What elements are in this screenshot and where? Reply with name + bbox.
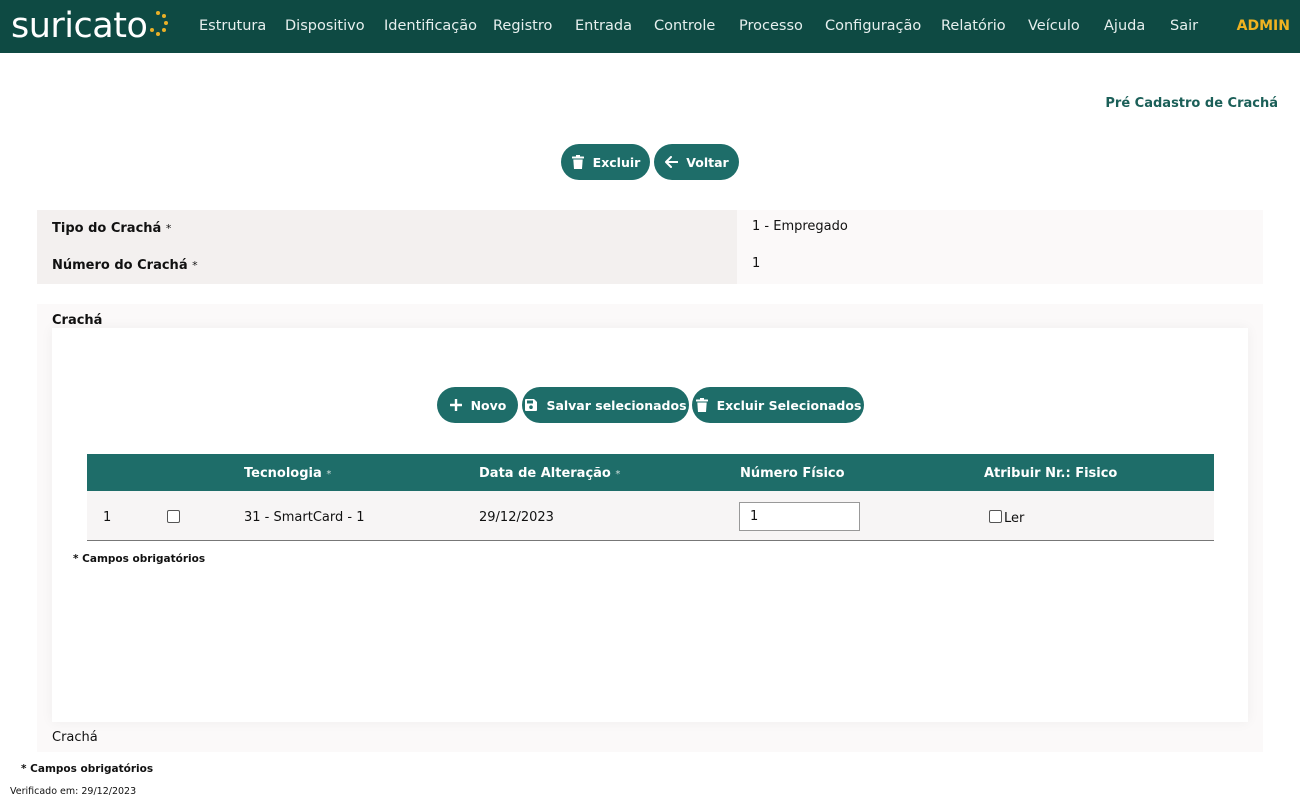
back-button-label: Voltar	[686, 154, 729, 170]
badge-type-value: 1 - Empregado	[752, 219, 848, 234]
section-footer: Crachá	[52, 730, 98, 745]
nav-item-veiculo[interactable]: Veículo	[1028, 18, 1080, 34]
nav-item-identificacao[interactable]: Identificação	[384, 18, 477, 34]
nav-item-estrutura[interactable]: Estrutura	[199, 18, 266, 34]
ler-checkbox[interactable]	[989, 510, 1002, 523]
column-header-tecnologia-text: Tecnologia	[244, 466, 322, 481]
save-selected-button-label: Salvar selecionados	[546, 397, 687, 413]
section-title: Crachá	[52, 313, 103, 328]
row-tecnologia: 31 - SmartCard - 1	[244, 510, 365, 525]
nav-item-controle[interactable]: Controle	[654, 18, 715, 34]
delete-button[interactable]: Excluir	[561, 144, 650, 180]
nav-item-ajuda[interactable]: Ajuda	[1104, 18, 1145, 34]
verified-date: Verificado em: 29/12/2023	[10, 786, 137, 797]
required-fields-note-outer: * Campos obrigatórios	[21, 763, 154, 775]
nav-item-configuracao[interactable]: Configuração	[825, 18, 921, 34]
badge-type-label: Tipo do Crachá *	[52, 221, 171, 236]
row-select-checkbox[interactable]	[167, 510, 180, 523]
nav-item-relatorio[interactable]: Relatório	[941, 18, 1006, 34]
column-header-tecnologia[interactable]: Tecnologia *	[244, 466, 331, 481]
required-mark: *	[615, 469, 621, 480]
column-header-data-text: Data de Alteração	[479, 466, 611, 481]
save-selected-button[interactable]: Salvar selecionados	[522, 387, 689, 423]
required-fields-note: * Campos obrigatórios	[73, 553, 206, 565]
row-index: 1	[103, 510, 112, 525]
page-title: Pré Cadastro de Crachá	[1105, 96, 1278, 111]
delete-selected-button-label: Excluir Selecionados	[716, 397, 862, 413]
column-header-data-alteracao[interactable]: Data de Alteração *	[479, 466, 620, 481]
badge-number-label: Número do Crachá *	[52, 258, 198, 273]
logo-text: suricato	[11, 5, 148, 46]
required-mark: *	[192, 259, 198, 272]
column-header-atribuir[interactable]: Atribuir Nr.: Fisico	[984, 466, 1117, 481]
nav-item-registro[interactable]: Registro	[493, 18, 552, 34]
suricato-logo[interactable]: suricato	[11, 4, 169, 48]
back-button[interactable]: Voltar	[654, 144, 739, 180]
new-button[interactable]: Novo	[437, 387, 518, 423]
top-navigation-bar: suricato Estrutura Dispositivo Identific…	[0, 0, 1300, 53]
badge-number-label-text: Número do Crachá	[52, 258, 188, 273]
nav-item-entrada[interactable]: Entrada	[575, 18, 632, 34]
trash-icon	[695, 398, 709, 412]
badge-form-panel: Tipo do Crachá * 1 - Empregado Número do…	[37, 210, 1263, 284]
logo-sun-icon	[148, 11, 169, 41]
required-mark: *	[165, 222, 172, 235]
plus-icon	[449, 398, 463, 412]
ler-label[interactable]: Ler	[1004, 511, 1024, 526]
nav-item-processo[interactable]: Processo	[739, 18, 803, 34]
new-button-label: Novo	[470, 397, 507, 413]
arrow-left-icon	[664, 155, 678, 169]
table-header: Tecnologia * Data de Alteração * Número …	[87, 454, 1214, 491]
floppy-disk-icon	[524, 398, 538, 412]
trash-icon	[571, 155, 585, 169]
numero-fisico-input[interactable]: 1	[739, 502, 860, 531]
delete-selected-button[interactable]: Excluir Selecionados	[692, 387, 864, 423]
nav-item-sair[interactable]: Sair	[1170, 18, 1198, 34]
badge-type-label-text: Tipo do Crachá	[52, 221, 162, 236]
row-data-alteracao: 29/12/2023	[479, 510, 554, 525]
required-mark: *	[326, 469, 332, 480]
delete-button-label: Excluir	[592, 154, 641, 170]
nav-item-dispositivo[interactable]: Dispositivo	[285, 18, 365, 34]
badge-number-value: 1	[752, 256, 761, 271]
user-name[interactable]: ADMIN	[1237, 18, 1290, 34]
table-row: 1 31 - SmartCard - 1 29/12/2023 1 Ler	[87, 491, 1214, 541]
column-header-numero-fisico[interactable]: Número Físico	[740, 466, 845, 481]
